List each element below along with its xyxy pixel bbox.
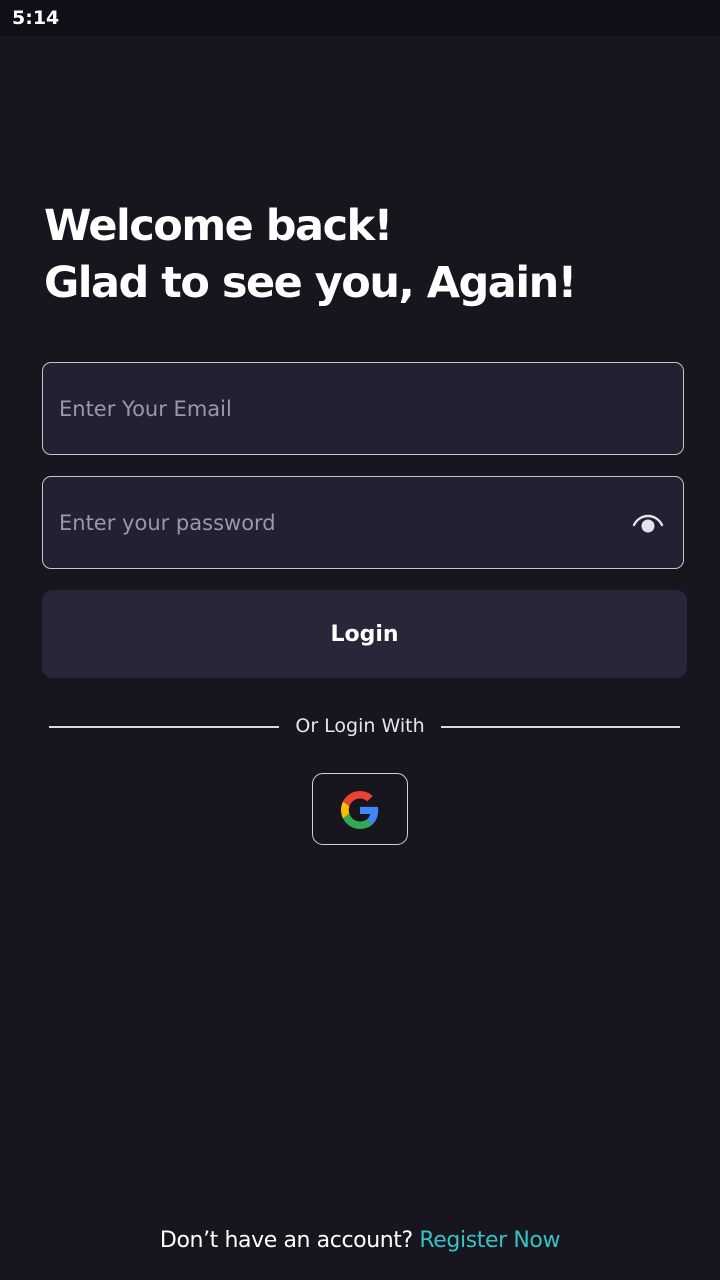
- register-now-link[interactable]: Register Now: [419, 1228, 560, 1253]
- divider-text: Or Login With: [295, 715, 425, 737]
- glad-line: Glad to see you, Again!: [44, 258, 577, 308]
- google-icon: [341, 791, 379, 829]
- login-button[interactable]: Login: [42, 590, 687, 678]
- footer: Don’t have an account? Register Now: [0, 1226, 720, 1256]
- email-field-container: [42, 362, 684, 455]
- password-input[interactable]: [59, 477, 619, 568]
- google-login-button[interactable]: [312, 773, 408, 845]
- eye-icon[interactable]: [632, 511, 664, 535]
- email-input[interactable]: [59, 363, 619, 454]
- status-bar: 5:14: [0, 0, 720, 36]
- register-prompt: Don’t have an account?: [159, 1228, 413, 1253]
- page-title: Welcome back! Glad to see you, Again!: [44, 198, 684, 312]
- divider-left: [49, 726, 279, 728]
- password-field-container: [42, 476, 684, 569]
- welcome-line: Welcome back!: [44, 201, 393, 251]
- divider-right: [441, 726, 680, 728]
- status-time: 5:14: [12, 7, 60, 29]
